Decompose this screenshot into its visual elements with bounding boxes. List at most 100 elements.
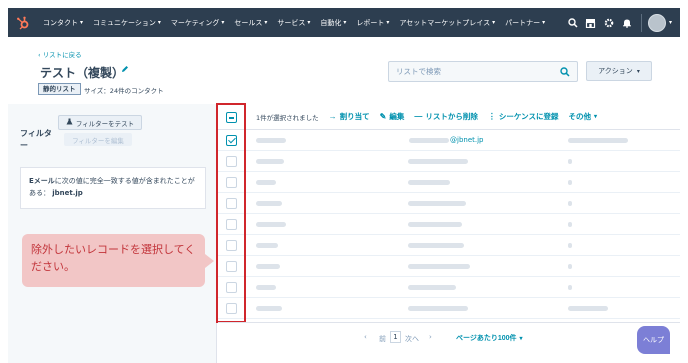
list-type-badge: 静的リスト <box>38 83 81 95</box>
redacted-text <box>568 243 572 248</box>
chevron-down-icon: ▾ <box>668 19 672 26</box>
nav-divider <box>640 13 642 32</box>
account-menu[interactable]: ▾ <box>647 13 680 32</box>
redacted-text <box>568 285 572 290</box>
redacted-text <box>568 201 572 206</box>
chevron-down-icon: ▾ <box>80 19 84 26</box>
redacted-text <box>256 180 276 185</box>
search-input[interactable] <box>389 62 554 81</box>
nav-item[interactable]: レポート ▾ <box>351 8 394 37</box>
selected-count: 1件が選択されました <box>256 113 319 122</box>
redacted-text <box>256 138 286 143</box>
sequence-icon: ⋮ <box>487 112 496 121</box>
filter-panel-title: フィルター <box>20 129 52 150</box>
nav-item[interactable]: 自動化 ▾ <box>315 8 351 37</box>
search-icon[interactable] <box>564 8 582 37</box>
redacted-text <box>256 306 282 311</box>
chevron-down-icon: ▾ <box>593 114 597 120</box>
per-page-dropdown[interactable]: ページあたり100件 ▾ <box>456 333 523 343</box>
remove-from-list-button[interactable]: — リストから削除 <box>414 111 478 122</box>
more-dropdown[interactable]: その他 ▾ <box>568 111 597 122</box>
enroll-sequence-button[interactable]: ⋮ シーケンスに登録 <box>488 111 559 122</box>
redacted-text <box>408 180 450 185</box>
redacted-text <box>256 264 280 269</box>
redacted-text <box>568 222 572 227</box>
chevron-down-icon: ▾ <box>386 19 390 26</box>
current-page[interactable]: 1 <box>390 331 401 343</box>
redacted-text <box>256 285 276 290</box>
nav-item-label: 自動化 <box>320 18 342 27</box>
test-filters-button[interactable]: フィルターをテスト <box>58 115 142 130</box>
nav-item[interactable]: アセットマーケットプレイス ▾ <box>394 8 500 37</box>
email-domain: @jbnet.jp <box>450 136 484 144</box>
table-row[interactable] <box>218 214 680 235</box>
search-icon[interactable] <box>560 67 570 79</box>
enroll-label: シーケンスに登録 <box>498 112 559 121</box>
nav-item[interactable]: コミュニケーション ▾ <box>88 8 166 37</box>
prev-page-button[interactable]: 前 <box>379 334 386 344</box>
nav-item-label: コミュニケーション <box>93 18 156 27</box>
flask-icon <box>66 118 73 127</box>
nav-item-label: マーケティング <box>170 18 220 27</box>
redacted-text <box>408 201 466 206</box>
redacted-text <box>408 222 462 227</box>
actions-dropdown[interactable]: アクション ▾ <box>586 61 652 81</box>
page-title: テスト（複製） <box>40 66 125 80</box>
checkbox-highlight-box <box>216 103 246 323</box>
chevron-down-icon: ▾ <box>221 19 225 26</box>
table-row[interactable] <box>218 151 680 172</box>
bulk-actions-toolbar: 1件が選択されました → 割り当て ✎ 編集 — リストから削除 ⋮ シーケンスに登録 … <box>218 104 680 130</box>
hubspot-logo-icon[interactable] <box>8 8 38 37</box>
nav-item[interactable]: セールス ▾ <box>229 8 272 37</box>
filter-value: jbnet.jp <box>52 189 83 197</box>
redacted-text <box>568 306 608 311</box>
nav-item-label: コンタクト <box>43 18 78 27</box>
redacted-text <box>568 264 572 269</box>
table-row[interactable] <box>218 256 680 277</box>
pencil-icon[interactable] <box>121 65 129 75</box>
table-row[interactable] <box>218 277 680 298</box>
back-to-lists-link[interactable]: ‹ リストに戻る <box>38 49 82 59</box>
email-cell[interactable]: @jbnet.jp <box>409 136 484 144</box>
chevron-down-icon: ▾ <box>157 19 161 26</box>
avatar[interactable] <box>647 13 666 32</box>
next-page-button[interactable]: 次へ <box>405 334 419 344</box>
pencil-icon: ✎ <box>379 112 387 121</box>
redacted-text <box>408 264 470 269</box>
redacted-text <box>409 137 449 143</box>
list-search <box>388 61 578 82</box>
bell-icon[interactable] <box>618 8 636 37</box>
nav-item-label: レポート <box>356 18 385 27</box>
table-row[interactable] <box>218 172 680 193</box>
nav-item[interactable]: パートナー ▾ <box>500 8 550 37</box>
edit-label: 編集 <box>389 112 405 121</box>
redacted-text <box>256 243 278 248</box>
redacted-text <box>256 222 286 227</box>
chevron-left-icon[interactable]: ‹ <box>364 333 367 341</box>
nav-item[interactable]: マーケティング ▾ <box>166 8 229 37</box>
nav-item-label: アセットマーケットプレイス <box>399 18 491 27</box>
redacted-text <box>568 138 628 143</box>
marketplace-icon[interactable] <box>582 8 600 37</box>
table-row[interactable] <box>218 193 680 214</box>
filter-condition-card: Eメールに次の値に完全一致する値が含まれたことがある： jbnet.jp <box>20 167 206 209</box>
assign-button[interactable]: → 割り当て <box>329 111 370 122</box>
instruction-callout: 除外したいレコードを選択してください。 <box>22 234 205 287</box>
table-row[interactable] <box>218 298 680 319</box>
actions-label: アクション <box>598 67 633 75</box>
nav-item[interactable]: コンタクト ▾ <box>38 8 88 37</box>
help-button[interactable]: ヘルプ <box>637 326 670 354</box>
top-navigation: コンタクト ▾ コミュニケーション ▾ マーケティング ▾ セールス ▾ サービス ▾ 自動化 ▾ レポ… <box>8 8 680 37</box>
gear-icon[interactable] <box>600 8 618 37</box>
edit-button[interactable]: ✎ 編集 <box>380 111 405 122</box>
table-row[interactable] <box>218 235 680 256</box>
nav-item[interactable]: サービス ▾ <box>272 8 315 37</box>
minus-icon: — <box>414 112 423 121</box>
arrow-right-icon: → <box>328 112 337 121</box>
chevron-right-icon[interactable]: › <box>429 333 432 341</box>
redacted-text <box>408 285 456 290</box>
edit-filters-button[interactable]: フィルターを編集 <box>64 133 132 146</box>
nav-item-label: パートナー <box>505 18 541 27</box>
chevron-down-icon: ▾ <box>519 336 523 342</box>
chevron-down-icon: ▾ <box>307 19 311 26</box>
